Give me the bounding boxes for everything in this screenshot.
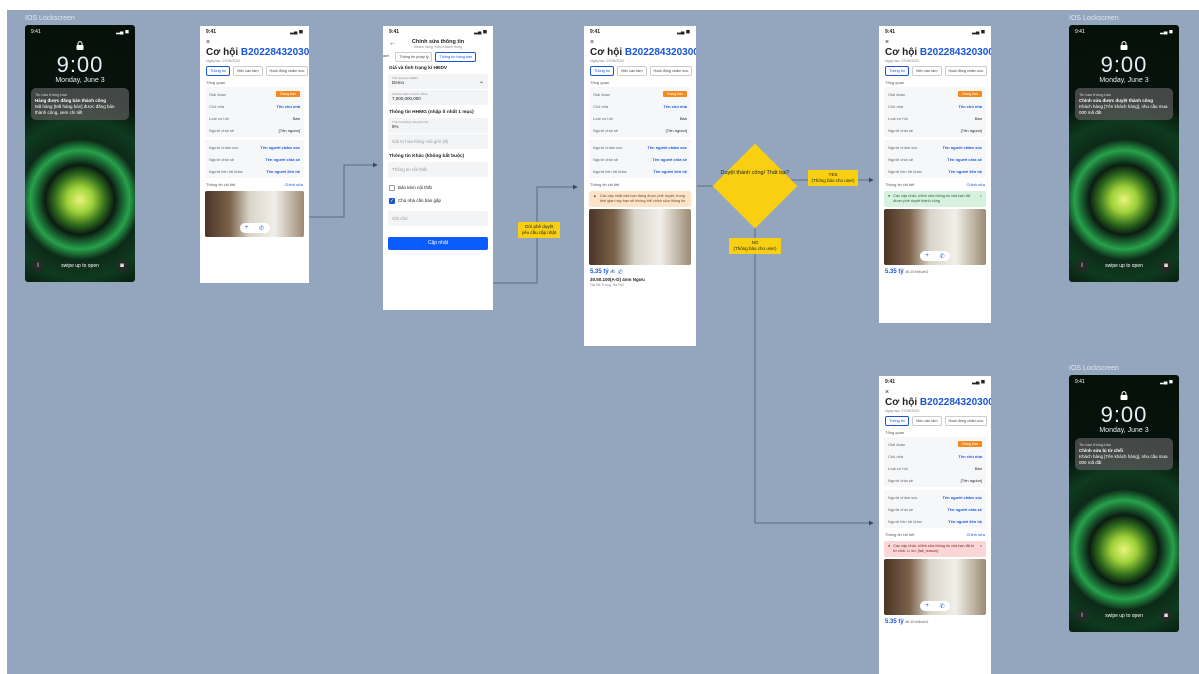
lock-date: Monday, June 3 [55,77,105,84]
note-field[interactable]: Ghi chú [388,211,488,226]
close-icon: × [979,544,982,548]
close-icon[interactable]: × [200,38,309,47]
edit-info-screen: 9:41 ▂▄ ◼ ← Chỉnh sửa thông tin Khách hàn… [383,26,493,310]
contact-fab[interactable]: + ✆ [239,223,270,233]
status-badge: Đang bán [276,91,300,97]
tab-todo[interactable]: Việc cần làm [232,66,263,76]
error-alert: ● Các cập nhật, chỉnh sửa thông tin của b… [884,541,986,558]
opportunity-fail-screen: 9:41▂▄ ◼ × Cơ hội B2022843203006 Ngày tạ… [879,376,991,674]
notification[interactable]: Tin báo thông báo Hàng được đăng bán thà… [31,88,129,120]
checkbox-urgent[interactable]: ✓ Chủ nhà cần bán gấp [383,194,493,207]
flashlight-icon[interactable]: ǀ [1076,260,1088,272]
pending-alert: ▲ Các cập nhật của bạn đang được phê duyệ… [589,191,691,208]
update-button[interactable]: Cập nhật [388,237,488,250]
tab-info[interactable]: Thông tin [206,66,230,76]
decision-label: Duyệt thành công/ Thất bại? [720,170,790,176]
lock-icon [1120,391,1128,400]
camera-icon[interactable]: ◙ [1160,260,1172,272]
lockscreen-2: 9:41 ▂▄ ◼ 9:00 Monday, June 3 Tin báo thô… [1069,25,1179,282]
furniture-field[interactable]: Thông tin nội thất [388,162,488,177]
error-icon: ● [888,544,891,548]
notification[interactable]: Tin báo thông báo Chỉnh sửa được duyệt t… [1075,88,1173,120]
page-title: Cơ hội B2022843203006 [590,47,696,58]
edit-link[interactable]: Chỉnh sửa [285,182,303,187]
yes-label: YES (Thông báo cho user) [808,170,858,186]
camera-icon[interactable]: ◙ [116,260,128,272]
no-label: NO (Thông báo cho user) [729,238,781,254]
check-icon: ● [888,194,891,198]
back-icon[interactable]: ← [389,40,396,47]
swipe-hint: swipe up to open [61,263,99,269]
camera-icon[interactable]: ◙ [1160,610,1172,622]
lock-icon [1120,41,1128,50]
tab-activity[interactable]: Hoạt động chăm sóc [265,66,309,76]
flow-canvas: 9:41 ▂▄ ◼ 9:00 Monday, June 3 Tin báo thô… [7,10,1199,674]
property-photo: + ✆ [589,209,691,276]
warning-icon: ▲ [593,194,597,198]
arrow-detail-to-edit [307,162,378,218]
lock-time: 9:00 [56,52,104,77]
lockscreen-label: IOS Lockscreen [25,15,75,22]
page-title: Cơ hội B2022843203006 [206,47,309,58]
chevron-down-icon: ⌄ [478,79,484,85]
property-photo: + ✆ [205,191,304,237]
price-field[interactable]: Giá bán (đơn vị tính: VND) 7,000,000,000 [388,90,488,105]
lock-icon [76,41,84,50]
send-approval-label: Gửi phê duyệt yêu cầu cập nhật [518,222,560,238]
contract-status-select[interactable]: Tình trạng kí HĐDV Demo ⌄ [388,74,488,89]
arrow-no [754,220,874,526]
flashlight-icon[interactable]: ǀ [32,260,44,272]
flashlight-icon[interactable]: ǀ [1076,610,1088,622]
commission-rate-field[interactable]: Tỉ lệ hoa hồng môi giới (%) 5% [388,118,488,133]
close-icon[interactable]: × [584,38,696,47]
lockscreen-1: 9:41 ▂▄ ◼ 9:00 Monday, June 3 Tin báo thô… [25,25,135,282]
opportunity-success-screen: 9:41▂▄ ◼ × Cơ hội B2022843203006 Ngày tạ… [879,26,991,323]
lockscreen-3: 9:41 ▂▄ ◼ 9:00 Monday, June 3 Tin báo thô… [1069,375,1179,632]
opportunity-detail-screen: 9:41▂▄ ◼ × Cơ hội B2022843203006 Ngày tạ… [200,26,309,283]
commission-value-field[interactable]: Giá trị hoa hồng môi giới (đ) [388,134,488,149]
close-icon: × [979,194,982,198]
notification[interactable]: Tin báo thông báo Chỉnh sửa bị từ chối K… [1075,438,1173,470]
checkbox-furniture[interactable]: Bán kèm nội thất [383,181,493,194]
success-alert: ● Các cập nhật, chỉnh sửa thông tin của b… [884,191,986,208]
opportunity-pending-screen: 9:41▂▄ ◼ × Cơ hội B2022843203006 Ngày tạ… [584,26,696,346]
